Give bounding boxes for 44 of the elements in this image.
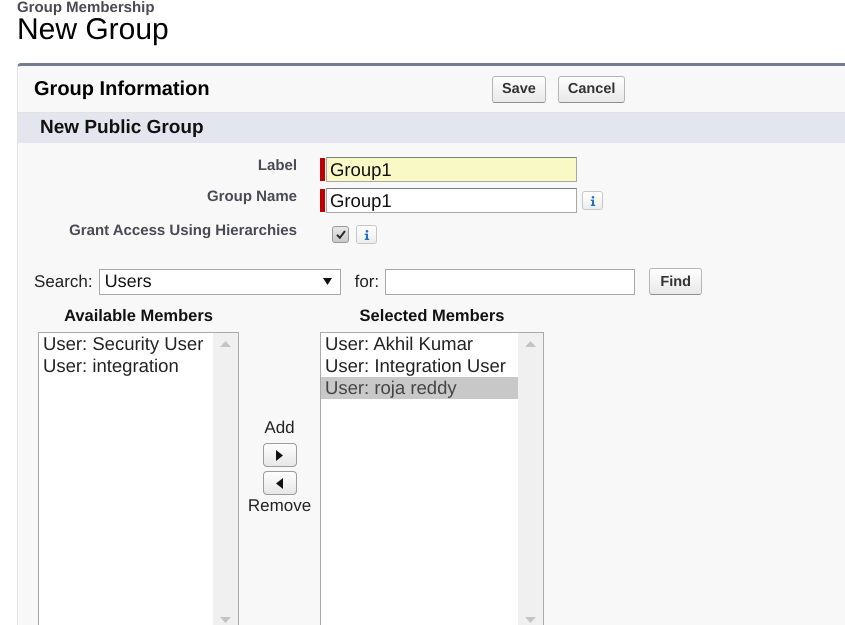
page-title: New Group	[17, 15, 169, 45]
info-icon	[364, 230, 370, 240]
add-button[interactable]	[262, 443, 296, 467]
remove-label: Remove	[248, 497, 312, 515]
section-header: New Public Group	[18, 113, 845, 143]
scroll-down-icon	[525, 617, 536, 623]
member-listbox[interactable]: User: Security User User: integration	[38, 332, 239, 625]
left-triangle-icon	[276, 478, 283, 488]
info-icon	[590, 196, 596, 206]
caret-down-icon	[322, 278, 332, 285]
panel-title: Group Information	[34, 77, 211, 101]
member-listbox[interactable]: User: Akhil Kumar User: Integration User User: roja reddy	[320, 332, 544, 625]
remove-button[interactable]	[262, 471, 296, 495]
field-label: Grant Access Using Hierarchies	[69, 221, 297, 239]
text-input[interactable]: Group1	[326, 188, 577, 213]
add-label: Add	[264, 419, 295, 437]
list-option[interactable]: User: Akhil Kumar	[321, 333, 518, 355]
scrollbar[interactable]	[213, 333, 238, 625]
checkbox[interactable]	[332, 226, 349, 243]
scroll-down-icon	[220, 617, 231, 623]
check-icon	[336, 230, 346, 239]
save-button[interactable]: Save	[492, 76, 546, 102]
list-option[interactable]: User: Integration User	[321, 355, 518, 377]
scope-dropdown[interactable]: Users	[98, 268, 341, 294]
right-triangle-icon	[276, 450, 283, 460]
list-option[interactable]: User: roja reddy	[321, 377, 518, 399]
cancel-button[interactable]: Cancel	[558, 76, 626, 102]
search-input[interactable]	[385, 268, 636, 294]
scrollbar[interactable]	[518, 333, 543, 625]
search-label: Search:	[34, 272, 93, 292]
breadcrumb: Group Membership	[17, 0, 155, 15]
list-heading: Available Members	[64, 306, 213, 326]
field-label: Group Name	[206, 188, 297, 205]
text-input[interactable]: Group1	[326, 157, 577, 182]
list-heading: Selected Members	[360, 306, 504, 326]
info-button[interactable]	[582, 191, 603, 210]
list-option[interactable]: User: integration	[39, 355, 213, 377]
scroll-up-icon	[525, 341, 536, 347]
info-button[interactable]	[356, 225, 377, 244]
field-label: Label	[258, 157, 297, 174]
find-button[interactable]: Find	[649, 268, 702, 295]
for-label: for:	[354, 272, 380, 292]
list-option[interactable]: User: Security User	[39, 333, 213, 355]
scroll-up-icon	[220, 341, 231, 347]
